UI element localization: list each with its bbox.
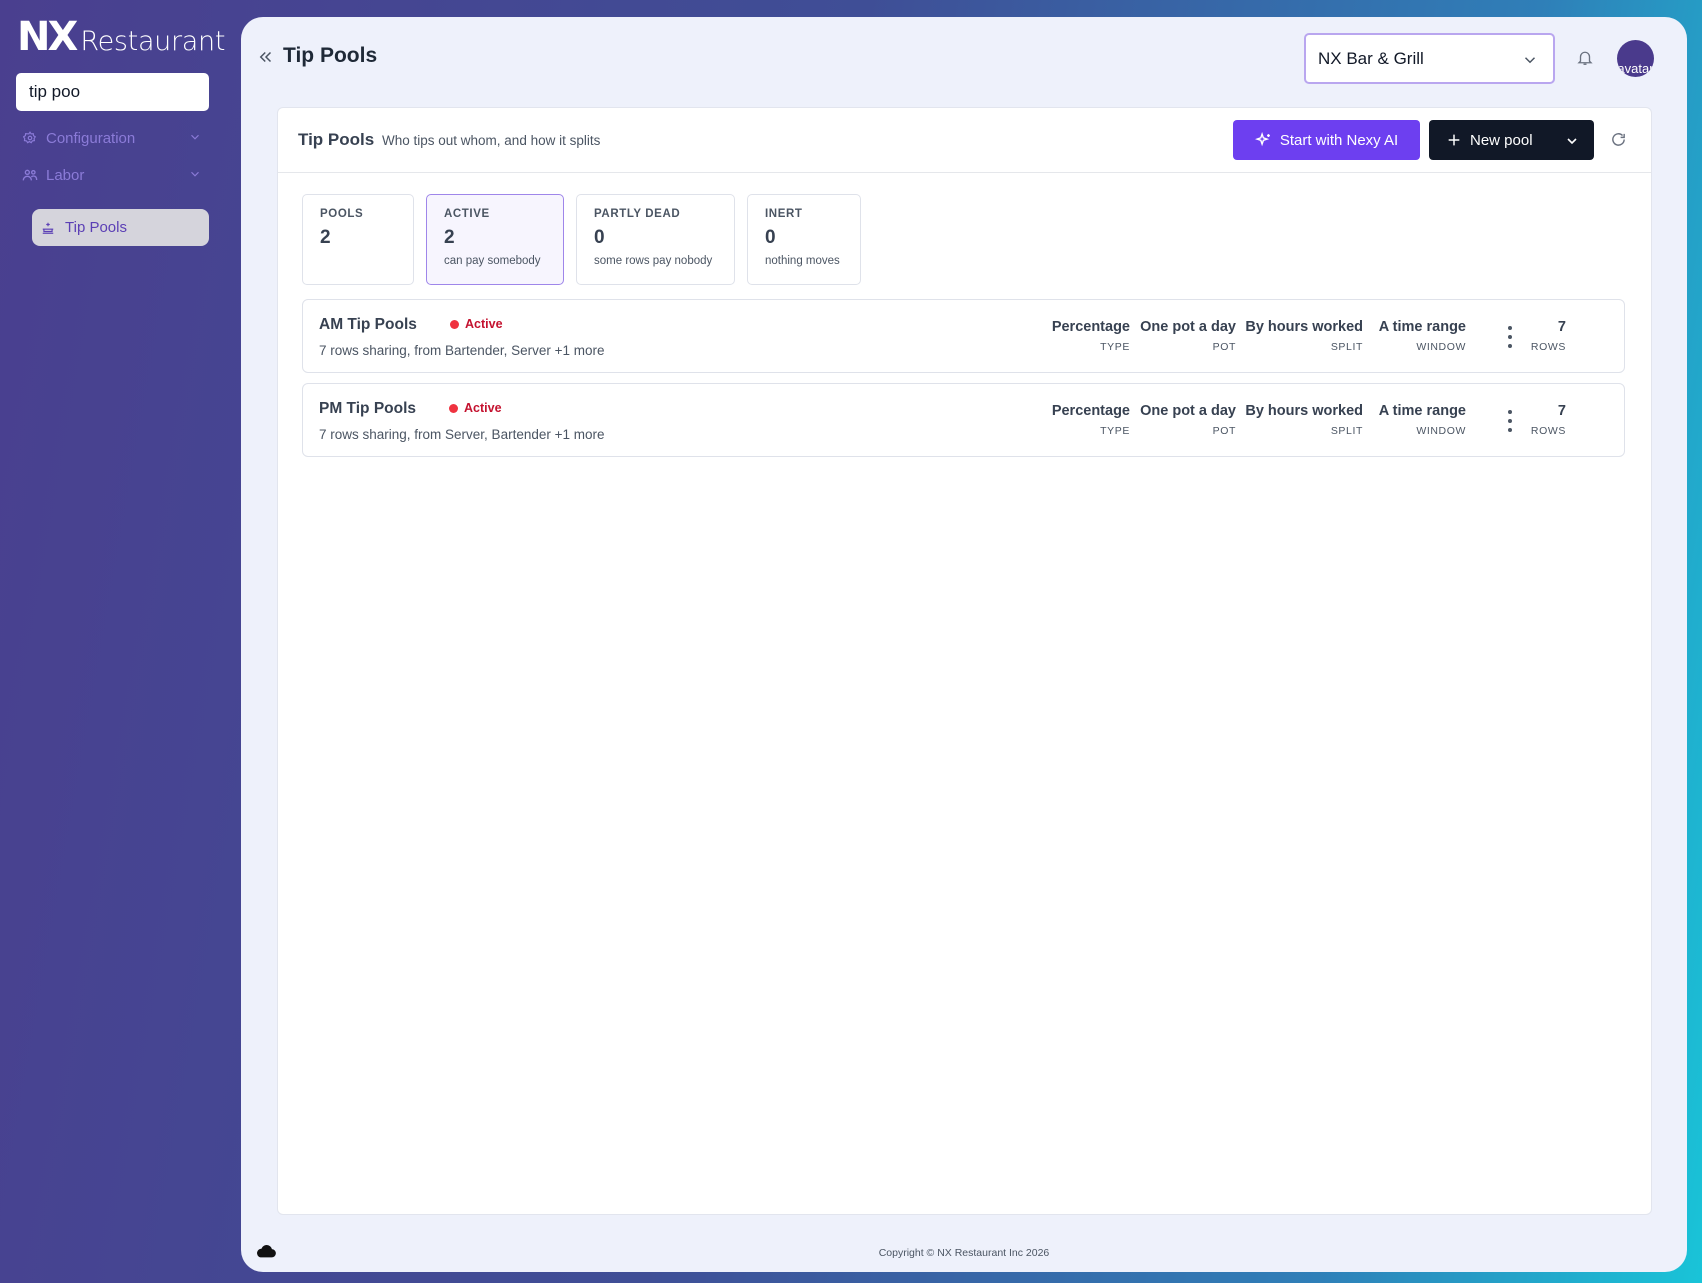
venue-select-value: NX Bar & Grill [1318,48,1424,68]
chevron-down-icon[interactable] [1564,133,1580,153]
status-label: Active [464,401,502,415]
metric-value: One pot a day [1140,319,1236,335]
logo-text: Restaurant [80,26,226,57]
metric-label: POT [1212,425,1236,437]
logo-mark: NX [17,14,78,60]
stat-value: 0 [765,227,776,248]
search-input[interactable] [16,73,209,111]
page-title: Tip Pools [283,44,378,67]
pool-pot: One pot a day POT [1140,319,1236,353]
sidebar-group-label: Configuration [46,129,136,147]
metric-value: 7 [1557,319,1566,335]
metric-label: SPLIT [1330,425,1363,437]
stat-tile-active[interactable]: ACTIVE 2 can pay somebody [426,194,564,285]
metric-value: Percentage [1051,319,1130,335]
card-title: Tip Pools [298,130,375,149]
plus-icon [1446,132,1462,148]
stat-label: PARTLY DEAD [594,208,681,220]
stat-value: 2 [320,227,331,248]
pool-name: AM Tip Pools [319,316,417,333]
collapse-sidebar-icon[interactable] [257,48,277,68]
metric-value: A time range [1378,403,1466,419]
sparkle-icon [1254,131,1270,146]
pool-name: PM Tip Pools [319,400,417,417]
metric-value: One pot a day [1140,403,1236,419]
status-dot-icon [449,403,458,413]
chevron-down-icon [188,167,202,185]
sidebar-group-label: Labor [46,166,85,184]
pool-description: 7 rows sharing, from Bartender, Server +… [319,343,605,358]
gear-icon [22,130,38,146]
refresh-icon[interactable] [1610,131,1627,153]
pool-split: By hours worked SPLIT [1245,403,1363,437]
footer-copyright: Copyright © NX Restaurant Inc 2026 [878,1247,1050,1259]
stat-label: INERT [765,208,803,220]
status-dot-icon [450,319,459,329]
pool-rows: 7 ROWS [1531,319,1566,353]
stat-value: 2 [444,227,455,248]
metric-label: ROWS [1530,341,1566,353]
new-pool-button[interactable]: New pool [1429,120,1594,160]
avatar[interactable]: avatar [1617,40,1654,77]
pool-window: A time range WINDOW [1379,403,1466,437]
stat-tile-partly-dead[interactable]: PARTLY DEAD 0 some rows pay nobody [576,194,735,285]
pool-rows: 7 ROWS [1531,403,1566,437]
stat-note: can pay somebody [444,255,541,267]
sidebar-group-labor[interactable]: Labor [22,162,202,188]
metric-label: ROWS [1530,425,1566,437]
main-panel: Tip Pools NX Bar & Grill avatar Tip Pool… [241,17,1687,1272]
stat-label: POOLS [320,208,364,220]
venue-select[interactable]: NX Bar & Grill [1304,33,1555,84]
more-options-icon[interactable] [1504,326,1516,348]
status-badge: Active [450,317,503,331]
pool-window: A time range WINDOW [1379,319,1466,353]
stat-note: nothing moves [765,255,840,267]
metric-value: 7 [1557,403,1566,419]
stat-value: 0 [594,227,605,248]
people-icon [22,167,38,183]
pool-type: Percentage TYPE [1052,403,1130,437]
metric-value: By hours worked [1245,319,1363,335]
sidebar-item-label: Tip Pools [65,219,127,236]
pool-pot: One pot a day POT [1140,403,1236,437]
metric-value: Percentage [1051,403,1130,419]
avatar-alt-text: avatar [1617,61,1654,76]
stat-tile-inert[interactable]: INERT 0 nothing moves [747,194,861,285]
pool-row-pm[interactable]: PM Tip Pools Active 7 rows sharing, from… [302,383,1625,457]
sidebar: NX Restaurant Configuration Labor Tip Po… [0,0,240,1283]
card-subtitle: Who tips out whom, and how it splits [382,133,601,148]
stat-label: ACTIVE [444,208,490,220]
metric-label: SPLIT [1330,341,1363,353]
pool-description: 7 rows sharing, from Server, Bartender +… [319,427,605,442]
tip-pools-card: Tip Pools Who tips out whom, and how it … [277,107,1652,1215]
status-label: Active [465,317,503,331]
app-logo[interactable]: NX Restaurant [17,16,225,58]
metric-label: WINDOW [1416,341,1466,353]
metric-value: By hours worked [1245,403,1363,419]
sidebar-group-configuration[interactable]: Configuration [22,125,202,151]
pool-row-am[interactable]: AM Tip Pools Active 7 rows sharing, from… [302,299,1625,373]
stat-tile-pools[interactable]: POOLS 2 [302,194,414,285]
metric-label: TYPE [1100,341,1130,353]
pool-type: Percentage TYPE [1052,319,1130,353]
status-badge: Active [449,401,502,415]
button-label: New pool [1470,131,1533,149]
tip-jar-icon [41,220,57,236]
metric-label: WINDOW [1416,425,1466,437]
card-header: Tip Pools Who tips out whom, and how it … [278,108,1651,173]
metric-label: POT [1212,341,1236,353]
sidebar-item-tip-pools[interactable]: Tip Pools [32,209,209,246]
button-label: Start with Nexy AI [1279,131,1399,149]
pool-split: By hours worked SPLIT [1245,319,1363,353]
stat-note: some rows pay nobody [594,255,713,267]
chevron-down-icon [1521,51,1539,74]
metric-label: TYPE [1100,425,1130,437]
chevron-down-icon [188,130,202,148]
start-with-nexy-ai-button[interactable]: Start with Nexy AI [1233,120,1420,160]
notifications-bell-icon[interactable] [1576,48,1594,72]
more-options-icon[interactable] [1504,410,1516,432]
metric-value: A time range [1378,319,1466,335]
